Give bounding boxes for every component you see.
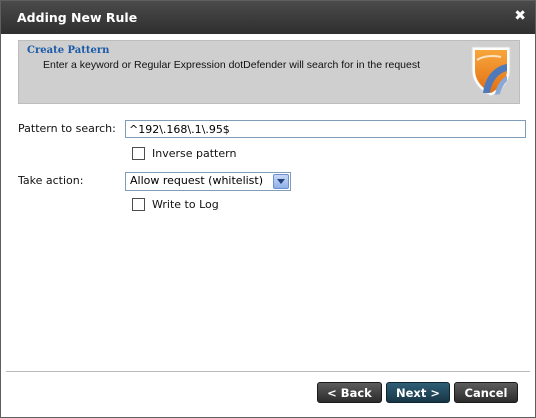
write-to-log-checkbox[interactable]: [132, 198, 145, 211]
inverse-pattern-label[interactable]: Inverse pattern: [152, 147, 236, 160]
action-select-value: Allow request (whitelist): [130, 174, 264, 187]
dialog-title: Adding New Rule: [17, 10, 138, 25]
banner-title: Create Pattern: [27, 45, 110, 56]
cancel-button[interactable]: Cancel: [454, 382, 518, 403]
write-to-log-label[interactable]: Write to Log: [152, 198, 219, 211]
banner-description: Enter a keyword or Regular Expression do…: [43, 59, 421, 71]
action-select[interactable]: Allow request (whitelist): [125, 172, 291, 191]
chevron-down-icon[interactable]: [273, 174, 289, 189]
next-button[interactable]: Next >: [386, 382, 450, 403]
pattern-input[interactable]: [125, 120, 526, 138]
footer-divider: [6, 371, 530, 372]
take-action-label: Take action:: [18, 174, 84, 187]
inverse-pattern-checkbox[interactable]: [132, 147, 145, 160]
adding-new-rule-dialog: Adding New Rule ✖ Create Pattern Enter a…: [0, 0, 536, 418]
close-icon[interactable]: ✖: [514, 8, 526, 24]
pattern-label: Pattern to search:: [18, 122, 116, 135]
back-button[interactable]: < Back: [317, 382, 382, 403]
title-bar[interactable]: Adding New Rule ✖: [1, 1, 535, 34]
shield-logo-icon: [471, 46, 511, 97]
header-banner: Create Pattern Enter a keyword or Regula…: [18, 40, 520, 104]
